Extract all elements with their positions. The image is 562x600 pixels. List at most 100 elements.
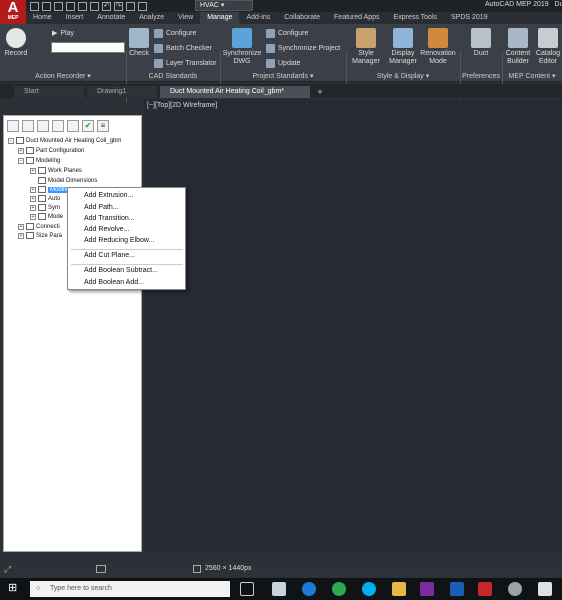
outlook-icon[interactable] xyxy=(450,582,464,596)
ribbon-tab-analyze[interactable]: Analyze xyxy=(132,12,171,24)
configure-project-button[interactable]: Configure xyxy=(266,29,308,38)
autocad-icon[interactable] xyxy=(478,582,492,596)
menu-add-boolean-add[interactable]: Add Boolean Add... xyxy=(84,279,144,286)
layer-translator-button[interactable]: Layer Translator xyxy=(154,59,217,68)
windows-start-icon[interactable]: ⊞ xyxy=(8,583,19,594)
saveas-icon[interactable] xyxy=(66,1,75,11)
workspace-dropdown[interactable]: HVAC ▾ xyxy=(195,0,253,11)
task-view-icon[interactable] xyxy=(240,582,254,596)
tree-node-auto[interactable]: + Auto xyxy=(30,194,60,203)
panel-label-action-recorder[interactable]: Action Recorder ▾ xyxy=(0,72,126,82)
expand-icon[interactable]: + xyxy=(30,213,36,220)
onenote-icon[interactable] xyxy=(420,582,434,596)
plot-icon[interactable] xyxy=(138,1,147,11)
tree-node-part-configuration[interactable]: + Part Configuration xyxy=(18,146,84,155)
collapse-icon[interactable]: − xyxy=(8,137,14,144)
viewport-controls[interactable]: [−][Top][2D Wireframe] xyxy=(147,102,217,109)
tree-node-connectors[interactable]: + Connecti xyxy=(18,222,60,231)
doc-tab-start[interactable]: Start xyxy=(14,86,84,98)
tree-tool-5-icon[interactable] xyxy=(67,120,79,132)
play-button[interactable]: ▶ Play xyxy=(52,29,74,38)
chrome-icon[interactable] xyxy=(332,582,346,596)
renovation-mode-button[interactable]: Renovation Mode xyxy=(419,28,457,66)
tree-node-sym[interactable]: + Sym xyxy=(30,203,60,212)
drawing-viewport[interactable]: [−][Top][2D Wireframe] xyxy=(144,99,562,552)
expand-icon[interactable]: + xyxy=(30,204,36,211)
redo-icon[interactable]: ↷ xyxy=(114,1,123,11)
ribbon-tab-add-ins[interactable]: Add-ins xyxy=(239,12,277,24)
check-button[interactable]: Check xyxy=(128,28,150,58)
tree-node-work-planes[interactable]: + Work Planes xyxy=(30,166,82,175)
new-icon[interactable] xyxy=(30,1,39,11)
layer-icon[interactable] xyxy=(126,1,135,11)
model-layout-icon[interactable] xyxy=(96,565,106,573)
expand-icon[interactable]: + xyxy=(30,195,36,202)
undo-icon[interactable]: ↶ xyxy=(102,1,111,11)
list-icon[interactable]: ≡ xyxy=(97,120,109,132)
synchronize-project-button[interactable]: Synchronize Project xyxy=(266,44,340,53)
panel-label-style-display[interactable]: Style & Display ▾ xyxy=(346,72,460,82)
synchronize-dwg-button[interactable]: Synchronize DWG xyxy=(222,28,262,66)
tree-tool-1-icon[interactable] xyxy=(7,120,19,132)
expand-icon[interactable]: + xyxy=(18,223,24,230)
web-icon[interactable] xyxy=(78,1,87,11)
tree-tool-3-icon[interactable] xyxy=(37,120,49,132)
expand-icon[interactable]: + xyxy=(18,147,24,154)
menu-add-revolve[interactable]: Add Revolve... xyxy=(84,226,130,233)
app-icon-1[interactable] xyxy=(272,582,286,596)
display-manager-button[interactable]: Display Manager xyxy=(386,28,420,66)
skype-icon[interactable] xyxy=(362,582,376,596)
menu-add-extrusion[interactable]: Add Extrusion... xyxy=(84,192,133,199)
ribbon-tab-express-tools[interactable]: Express Tools xyxy=(387,12,444,24)
ribbon-tab-annotate[interactable]: Annotate xyxy=(90,12,132,24)
ribbon-tab-spds-2019[interactable]: SPDS 2019 xyxy=(444,12,495,24)
tree-tool-4-icon[interactable] xyxy=(52,120,64,132)
tree-node-mode[interactable]: + Mode xyxy=(30,212,63,221)
panel-label-project-standards[interactable]: Project Standards ▾ xyxy=(220,72,346,82)
coordinates-icon[interactable]: ⤢ xyxy=(4,564,11,575)
macro-dropdown[interactable] xyxy=(51,42,125,53)
panel-label-mep-content[interactable]: MEP Content ▾ xyxy=(502,72,562,82)
doc-tab-drawing1[interactable]: Drawing1 xyxy=(87,86,157,98)
save-icon[interactable] xyxy=(54,1,63,11)
tree-node-modeling[interactable]: − Modeling xyxy=(18,156,60,165)
menu-add-path[interactable]: Add Path... xyxy=(84,204,119,211)
tree-root[interactable]: − Duct Mounted Air Heating Coil_gbm xyxy=(8,136,121,145)
open-icon[interactable] xyxy=(42,1,51,11)
style-manager-button[interactable]: Style Manager xyxy=(349,28,383,66)
tree-tool-2-icon[interactable] xyxy=(22,120,34,132)
record-button[interactable]: Record xyxy=(3,28,29,58)
ribbon-tab-featured-apps[interactable]: Featured Apps xyxy=(327,12,387,24)
menu-add-cut-plane[interactable]: Add Cut Plane... xyxy=(84,252,135,259)
edge-browser-icon[interactable] xyxy=(302,582,316,596)
content-builder-button[interactable]: Content Builder xyxy=(503,28,533,66)
collapse-icon[interactable]: − xyxy=(18,157,24,164)
expand-icon[interactable]: + xyxy=(18,232,24,239)
checkmark-icon[interactable]: ✔ xyxy=(82,120,94,132)
configure-button[interactable]: Configure xyxy=(154,29,196,38)
duct-button[interactable]: Duct xyxy=(466,28,496,58)
catalog-editor-button[interactable]: Catalog Editor xyxy=(534,28,562,66)
doc-tab-active[interactable]: Duct Mounted Air Heating Coil_gbm* xyxy=(160,86,310,98)
ribbon-tab-insert[interactable]: Insert xyxy=(59,12,91,24)
expand-icon[interactable]: + xyxy=(30,186,36,193)
batch-checker-button[interactable]: Batch Checker xyxy=(154,44,212,53)
ribbon-tab-collaborate[interactable]: Collaborate xyxy=(277,12,327,24)
new-tab-plus-icon[interactable]: + xyxy=(314,86,326,98)
menu-add-transition[interactable]: Add Transition... xyxy=(84,215,135,222)
expand-icon[interactable]: + xyxy=(30,167,36,174)
update-button[interactable]: Update xyxy=(266,59,301,68)
app-icon-2[interactable] xyxy=(508,582,522,596)
ribbon-tab-home[interactable]: Home xyxy=(26,12,59,24)
tree-node-model-dimensions[interactable]: Model Dimensions xyxy=(38,176,97,185)
ribbon-tab-manage[interactable]: Manage xyxy=(200,12,240,24)
print-icon[interactable] xyxy=(90,1,99,11)
menu-add-boolean-subtract[interactable]: Add Boolean Subtract... xyxy=(84,267,158,274)
app-logo[interactable]: A MEP xyxy=(0,0,26,24)
file-explorer-icon[interactable] xyxy=(392,582,406,596)
tree-node-size-parameters[interactable]: + Size Para xyxy=(18,231,62,240)
ribbon-tab-view[interactable]: View xyxy=(171,12,200,24)
calculator-icon[interactable] xyxy=(538,582,552,596)
menu-add-reducing-elbow[interactable]: Add Reducing Elbow... xyxy=(84,237,154,244)
taskbar-search-input[interactable]: ○ Type here to search xyxy=(30,581,230,597)
